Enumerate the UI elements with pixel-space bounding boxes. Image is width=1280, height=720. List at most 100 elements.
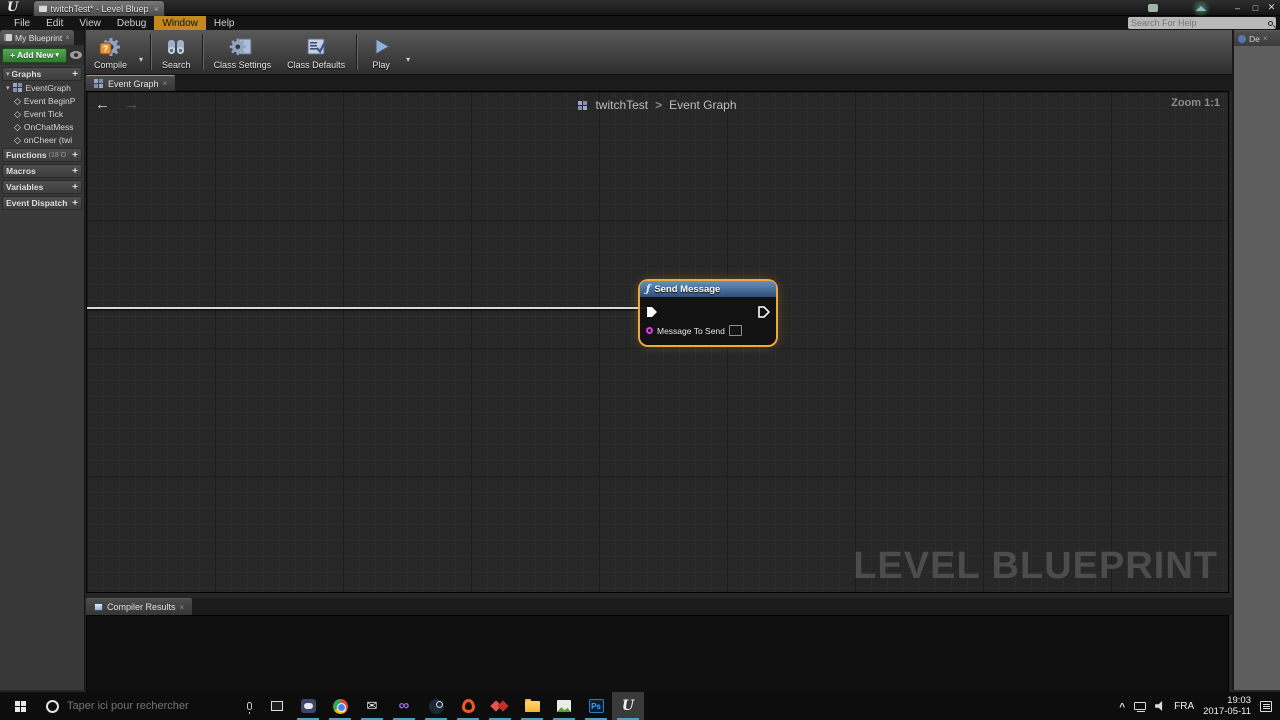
taskbar-app-file-explorer[interactable] bbox=[516, 692, 548, 720]
add-function-button[interactable]: + bbox=[72, 150, 78, 161]
start-button[interactable] bbox=[0, 692, 40, 720]
class-settings-button[interactable]: Class Settings bbox=[206, 30, 280, 74]
level-blueprint-watermark: LEVEL BLUEPRINT bbox=[853, 545, 1218, 588]
graphs-label: Graphs bbox=[12, 69, 42, 79]
search-button[interactable]: Search bbox=[154, 30, 199, 74]
help-search-input[interactable] bbox=[1131, 18, 1268, 28]
blueprint-graph-canvas[interactable]: ← → twitchTest > Event Graph Zoom 1:1 LE… bbox=[86, 91, 1229, 593]
tab-close-icon[interactable]: × bbox=[154, 4, 159, 14]
add-macro-button[interactable]: + bbox=[72, 166, 78, 177]
taskbar-app-mail[interactable]: ✉ bbox=[356, 692, 388, 720]
menu-window[interactable]: Window bbox=[154, 16, 206, 30]
event-graph-tab[interactable]: Event Graph × bbox=[86, 75, 175, 91]
close-icon[interactable]: × bbox=[1263, 34, 1268, 43]
tree-item-eventgraph[interactable]: ▾ EventGraph bbox=[0, 81, 84, 94]
expander-icon[interactable]: ▾ bbox=[6, 70, 10, 78]
clock[interactable]: 19:03 2017-05-11 bbox=[1203, 695, 1251, 717]
taskbar-search-input[interactable] bbox=[67, 700, 239, 712]
section-macros[interactable]: Macros + bbox=[2, 164, 82, 178]
taskbar-app-discord[interactable] bbox=[292, 692, 324, 720]
network-icon[interactable] bbox=[1134, 702, 1146, 710]
tutorial-graduation-cap-icon[interactable] bbox=[1190, 1, 1212, 16]
close-icon[interactable]: × bbox=[65, 33, 70, 42]
microphone-icon[interactable] bbox=[247, 702, 252, 710]
speaker-icon[interactable] bbox=[1155, 701, 1165, 711]
menu-view[interactable]: View bbox=[71, 16, 109, 30]
string-pin-icon[interactable] bbox=[646, 327, 653, 334]
event-beginplay-label: Event BeginP bbox=[24, 96, 76, 106]
action-center-icon[interactable] bbox=[1260, 701, 1272, 712]
task-view-icon bbox=[271, 701, 283, 711]
message-to-send-input[interactable] bbox=[729, 325, 742, 336]
exec-input-pin[interactable] bbox=[646, 306, 658, 318]
compiler-results-tab[interactable]: Compiler Results × bbox=[86, 598, 192, 615]
message-to-send-label: Message To Send bbox=[657, 326, 725, 336]
add-variable-button[interactable]: + bbox=[72, 182, 78, 193]
photoshop-icon: Ps bbox=[589, 699, 604, 713]
task-view-button[interactable] bbox=[262, 692, 292, 720]
menu-help[interactable]: Help bbox=[206, 16, 243, 30]
discord-icon bbox=[301, 699, 316, 713]
taskbar-app-chrome[interactable] bbox=[324, 692, 356, 720]
minimize-button[interactable]: – bbox=[1230, 1, 1245, 14]
taskbar-app-photos[interactable] bbox=[548, 692, 580, 720]
date-label: 2017-05-11 bbox=[1203, 706, 1251, 717]
play-label: Play bbox=[372, 60, 390, 70]
taskbar-app-mixer[interactable] bbox=[484, 692, 516, 720]
add-new-button[interactable]: + Add New ▾ bbox=[2, 48, 67, 63]
eye-visibility-icon[interactable] bbox=[70, 51, 82, 59]
section-functions[interactable]: Functions (18 O + bbox=[2, 148, 82, 162]
my-blueprint-tab[interactable]: My Blueprint × bbox=[0, 30, 74, 45]
menu-debug[interactable]: Debug bbox=[109, 16, 154, 30]
event-graph-tab-label: Event Graph bbox=[108, 79, 159, 89]
class-defaults-icon bbox=[303, 35, 329, 59]
close-icon[interactable]: × bbox=[163, 79, 168, 88]
tree-item-onchatmessage[interactable]: ◇ OnChatMess bbox=[0, 120, 84, 133]
menu-bar: File Edit View Debug Window Help bbox=[0, 16, 1280, 30]
close-button[interactable]: ✕ bbox=[1264, 1, 1279, 14]
tree-item-event-tick[interactable]: ◇ Event Tick bbox=[0, 107, 84, 120]
event-node-icon: ◇ bbox=[14, 135, 21, 145]
my-blueprint-panel: My Blueprint × + Add New ▾ ▾ Graphs + ▾ … bbox=[0, 30, 85, 690]
file-explorer-folder-icon bbox=[525, 701, 540, 712]
maximize-button[interactable]: □ bbox=[1248, 1, 1263, 14]
send-message-node[interactable]: ƒ Send Message Message To Send bbox=[640, 281, 776, 345]
class-defaults-button[interactable]: Class Defaults bbox=[279, 30, 353, 74]
breadcrumb: twitchTest > Event Graph bbox=[87, 98, 1228, 112]
details-info-icon bbox=[1238, 35, 1246, 43]
taskbar-search[interactable] bbox=[40, 692, 262, 720]
section-variables[interactable]: Variables + bbox=[2, 180, 82, 194]
functions-label: Functions bbox=[6, 150, 47, 160]
node-header[interactable]: ƒ Send Message bbox=[640, 281, 776, 298]
play-options-caret-icon[interactable]: ▾ bbox=[402, 55, 414, 64]
expander-icon[interactable]: ▾ bbox=[6, 84, 10, 92]
play-button[interactable]: Play bbox=[360, 30, 402, 74]
section-graphs[interactable]: ▾ Graphs + bbox=[2, 67, 82, 81]
tray-chevron-up-icon[interactable]: ^ bbox=[1119, 702, 1125, 713]
breadcrumb-root[interactable]: twitchTest bbox=[595, 98, 648, 112]
exec-output-pin[interactable] bbox=[758, 306, 770, 318]
taskbar-app-steam[interactable] bbox=[420, 692, 452, 720]
feedback-bubble-icon[interactable] bbox=[1146, 1, 1160, 14]
menu-file[interactable]: File bbox=[6, 16, 38, 30]
language-indicator[interactable]: FRA bbox=[1174, 701, 1194, 712]
variables-label: Variables bbox=[6, 182, 43, 192]
add-dispatcher-button[interactable]: + bbox=[72, 198, 78, 209]
taskbar-app-visual-studio[interactable]: ∞ bbox=[388, 692, 420, 720]
menu-edit[interactable]: Edit bbox=[38, 16, 71, 30]
taskbar-app-origin[interactable] bbox=[452, 692, 484, 720]
details-tab[interactable]: De × bbox=[1234, 31, 1280, 46]
tree-item-oncheer[interactable]: ◇ onCheer (twi bbox=[0, 133, 84, 146]
taskbar-app-unreal-engine[interactable]: U bbox=[612, 692, 644, 720]
window-title-tab[interactable]: twitchTest* - Level Bluepri × bbox=[33, 0, 165, 16]
compiler-results-label: Compiler Results bbox=[107, 602, 176, 612]
section-event-dispatchers[interactable]: Event Dispatch + bbox=[2, 196, 82, 210]
breadcrumb-current[interactable]: Event Graph bbox=[669, 98, 736, 112]
compile-options-caret-icon[interactable]: ▾ bbox=[135, 55, 147, 64]
close-icon[interactable]: × bbox=[180, 603, 185, 612]
tree-item-event-beginplay[interactable]: ◇ Event BeginP bbox=[0, 94, 84, 107]
add-graph-button[interactable]: + bbox=[72, 69, 78, 80]
zoom-level-label: Zoom 1:1 bbox=[1171, 97, 1220, 109]
taskbar-app-photoshop[interactable]: Ps bbox=[580, 692, 612, 720]
compile-button[interactable]: ? Compile bbox=[86, 30, 135, 74]
